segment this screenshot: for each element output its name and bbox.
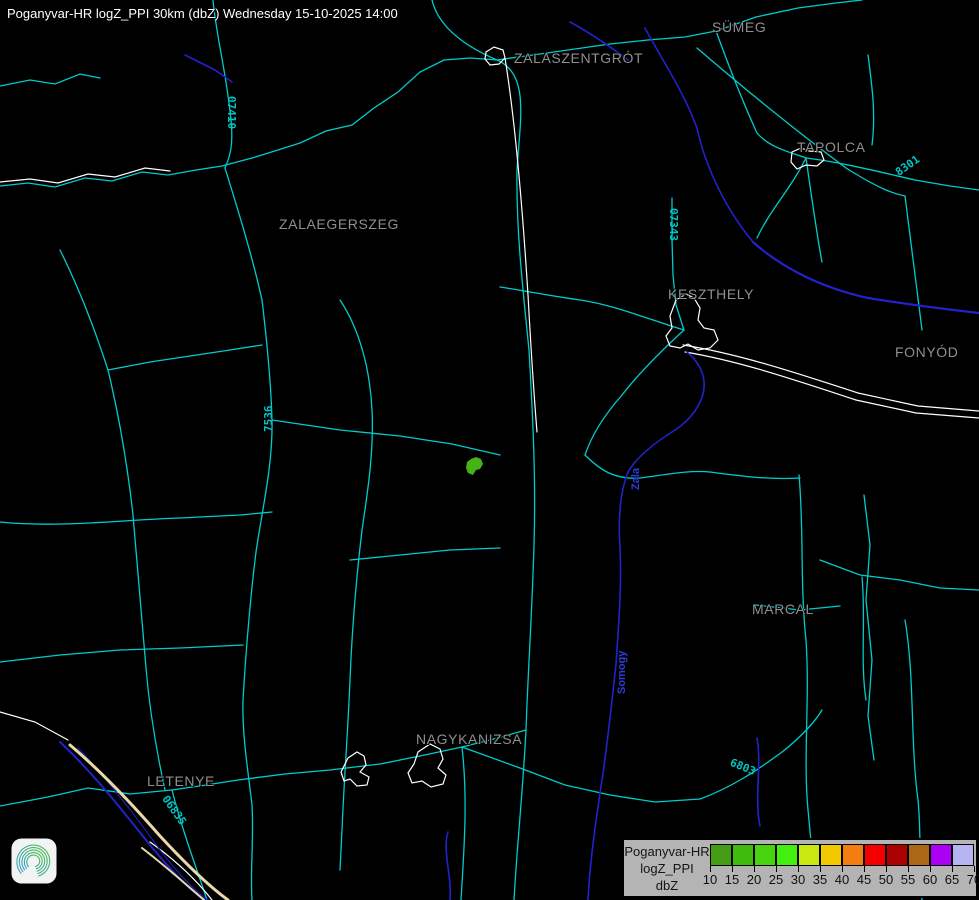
road-label-07343: 07343 bbox=[667, 208, 680, 241]
city-label-marcal: MARCAL bbox=[752, 601, 814, 617]
radar-echo bbox=[466, 457, 483, 475]
legend-tick-value: 55 bbox=[901, 872, 915, 887]
legend-tick-value: 25 bbox=[769, 872, 783, 887]
city-label-fonyod: FONYÓD bbox=[895, 344, 959, 360]
legend-tick-value: 35 bbox=[813, 872, 827, 887]
city-label-tapolca: TAPOLCA bbox=[797, 139, 866, 155]
map-canvas bbox=[0, 0, 979, 900]
legend-color-cell bbox=[754, 844, 776, 866]
legend-title-line3: dbZ bbox=[624, 877, 710, 894]
color-scale-legend: Poganyvar-HR logZ_PPI dbZ 10 15 20 25 30 35 40… bbox=[622, 838, 978, 898]
legend-color-cell bbox=[776, 844, 798, 866]
legend-tick-value: 45 bbox=[857, 872, 871, 887]
legend-tick-value: 70 bbox=[967, 872, 979, 887]
legend-title-line2: logZ_PPI bbox=[624, 860, 710, 877]
legend-color-cell bbox=[798, 844, 820, 866]
water-label-zala: Zala bbox=[630, 468, 642, 490]
legend-tick-value: 20 bbox=[747, 872, 761, 887]
city-label-sumeg: SÜMEG bbox=[712, 19, 766, 35]
legend-color-cell bbox=[710, 844, 732, 866]
radar-map-viewport: Poganyvar-HR logZ_PPI 30km (dbZ) Wednesd… bbox=[0, 0, 979, 900]
legend-color-cell bbox=[732, 844, 754, 866]
city-label-keszthely: KESZTHELY bbox=[668, 286, 754, 302]
spiral-radar-icon bbox=[11, 838, 57, 884]
city-label-zalaszentgrot: ZALASZENTGRÓT bbox=[514, 50, 643, 66]
legend-tick-value: 40 bbox=[835, 872, 849, 887]
legend-tick-value: 10 bbox=[703, 872, 717, 887]
legend-color-cell bbox=[930, 844, 952, 866]
road-label-7536: 7536 bbox=[262, 406, 275, 433]
city-label-nagykanizsa: NAGYKANIZSA bbox=[416, 731, 522, 747]
radar-image-title: Poganyvar-HR logZ_PPI 30km (dbZ) Wednesd… bbox=[7, 6, 398, 21]
road-network bbox=[0, 0, 979, 900]
legend-color-cell bbox=[842, 844, 864, 866]
legend-tick-value: 50 bbox=[879, 872, 893, 887]
legend-color-cell bbox=[864, 844, 886, 866]
water-label-somogy: Somogy bbox=[616, 651, 628, 694]
legend-color-cell bbox=[886, 844, 908, 866]
legend-tick-value: 60 bbox=[923, 872, 937, 887]
legend-tick-value: 30 bbox=[791, 872, 805, 887]
city-label-zalaegerszeg: ZALAEGERSZEG bbox=[279, 216, 399, 232]
legend-color-cell bbox=[908, 844, 930, 866]
legend-tick-value: 15 bbox=[725, 872, 739, 887]
motorway-lines bbox=[70, 745, 228, 900]
legend-color-cell bbox=[820, 844, 842, 866]
decorative-village-outlines bbox=[27, 36, 957, 882]
city-label-letenye: LETENYE bbox=[147, 773, 215, 789]
legend-title-line1: Poganyvar-HR bbox=[624, 843, 710, 860]
legend-title: Poganyvar-HR logZ_PPI dbZ bbox=[624, 843, 710, 894]
road-label-07410: 07410 bbox=[225, 96, 238, 129]
legend-tick-value: 65 bbox=[945, 872, 959, 887]
legend-color-cell bbox=[952, 844, 974, 866]
